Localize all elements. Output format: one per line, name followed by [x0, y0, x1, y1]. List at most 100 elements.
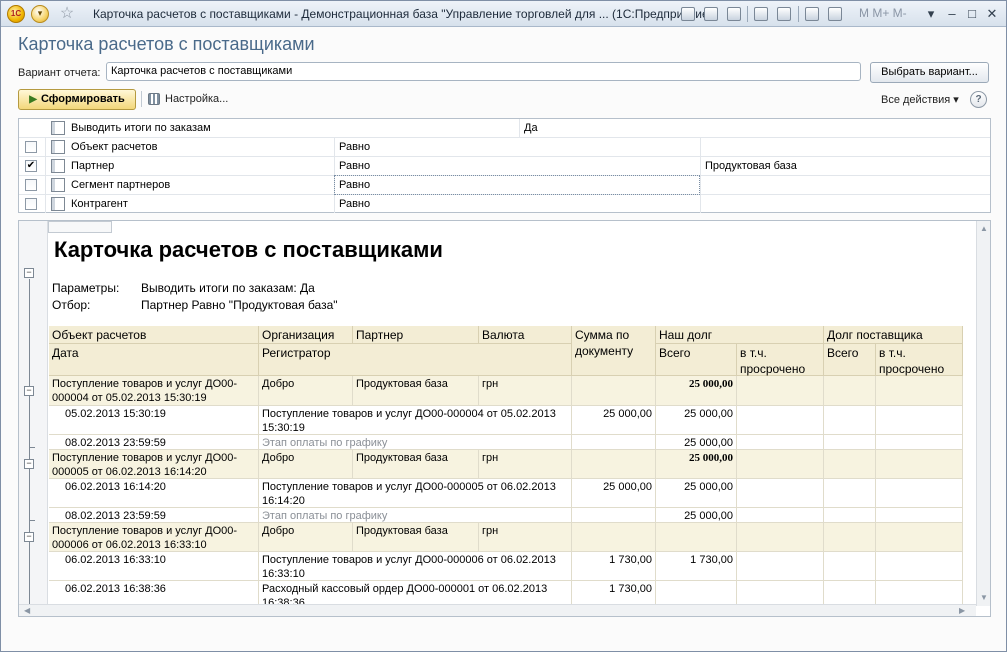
filter-value[interactable]: Продуктовая база	[701, 157, 981, 175]
header-registrar: Регистратор	[259, 344, 572, 376]
group-our-total	[656, 523, 737, 552]
horizontal-scrollbar[interactable]: ◀ ▶	[19, 604, 976, 616]
title-bar: 1С ▾ ☆ Карточка расчетов с поставщиками …	[1, 1, 1006, 27]
dropdown-icon[interactable]: ▾	[923, 6, 939, 22]
collapse-group-icon[interactable]: −	[24, 386, 34, 396]
header-supplier-total: Всего	[824, 344, 876, 376]
header-date: Дата	[49, 344, 259, 376]
row-date: 06.02.2013 16:33:10	[49, 552, 259, 581]
filter-value[interactable]	[701, 176, 981, 194]
row-registrar[interactable]: Поступление товаров и услуг ДО00-000004 …	[259, 406, 572, 435]
filter-row[interactable]: Объект расчетов Равно	[19, 138, 990, 157]
row-registrar[interactable]: Этап оплаты по графику	[259, 508, 572, 523]
choose-variant-button[interactable]: Выбрать вариант...	[870, 62, 989, 83]
row-registrar[interactable]: Поступление товаров и услуг ДО00-000006 …	[259, 552, 572, 581]
row-our-debt: 25 000,00	[656, 479, 737, 508]
row-our-debt: 1 730,00	[656, 552, 737, 581]
header-currency: Валюта	[479, 326, 572, 344]
scroll-down-icon[interactable]: ▼	[980, 593, 988, 602]
filter-checkbox-checked[interactable]: ✔	[25, 160, 37, 172]
filter-value[interactable]: Да	[520, 119, 970, 137]
filter-checkbox[interactable]	[25, 198, 37, 210]
row-date: 05.02.2013 15:30:19	[49, 406, 259, 435]
filter-name: Сегмент партнеров	[71, 179, 171, 191]
filter-icon	[51, 197, 65, 211]
filter-row[interactable]: Выводить итоги по заказам Да	[19, 119, 990, 138]
calendar-icon[interactable]	[828, 7, 842, 21]
history-icon[interactable]	[777, 7, 791, 21]
memory-buttons[interactable]: M M+ M-	[859, 6, 907, 20]
filter-condition[interactable]: Равно	[335, 195, 695, 213]
filter-icon	[51, 159, 65, 173]
group-obj[interactable]: Поступление товаров и услуг ДО00-000004 …	[49, 376, 259, 406]
filter-row[interactable]: ✔ Партнер Равно Продуктовая база	[19, 157, 990, 176]
row-our-debt: 25 000,00	[656, 406, 737, 435]
group-org: Добро	[259, 523, 353, 552]
group-our-total: 25 000,00	[656, 376, 737, 406]
header-obj: Объект расчетов	[49, 326, 259, 344]
1c-logo-icon[interactable]: 1С	[7, 5, 25, 23]
close-icon[interactable]: ✕	[984, 6, 1000, 22]
filter-condition[interactable]: Равно	[335, 157, 695, 175]
filter-checkbox[interactable]	[25, 141, 37, 153]
filter-value[interactable]	[701, 138, 981, 156]
header-org: Организация	[259, 326, 353, 344]
main-menu-icon[interactable]: ▾	[31, 5, 49, 23]
filter-condition[interactable]: Равно	[334, 175, 700, 195]
calculator-icon[interactable]	[805, 7, 819, 21]
filter-icon	[51, 178, 65, 192]
filter-label: Отбор:	[52, 298, 91, 312]
row-date: 08.02.2013 23:59:59	[49, 508, 259, 523]
group-obj[interactable]: Поступление товаров и услуг ДО00-000006 …	[49, 523, 259, 552]
params-value: Выводить итоги по заказам: Да	[141, 281, 315, 295]
report-area[interactable]: − − − − Карточка расчетов с поставщиками…	[18, 220, 991, 617]
filter-checkbox[interactable]	[25, 179, 37, 191]
generate-button[interactable]: ▶ Сформировать	[18, 89, 136, 110]
filter-value-text: Партнер Равно "Продуктовая база"	[141, 298, 338, 312]
bookmark-icon[interactable]	[754, 7, 768, 21]
group-obj[interactable]: Поступление товаров и услуг ДО00-000005 …	[49, 450, 259, 479]
favorite-star-icon[interactable]: ☆	[58, 5, 76, 23]
collapse-report-icon[interactable]: −	[24, 268, 34, 278]
filter-name: Партнер	[71, 160, 115, 172]
row-doc-sum: 25 000,00	[572, 479, 656, 508]
row-our-debt: 25 000,00	[656, 508, 737, 523]
row-date: 08.02.2013 23:59:59	[49, 435, 259, 450]
settings-icon[interactable]	[148, 93, 160, 105]
preview-icon[interactable]	[727, 7, 741, 21]
collapse-group-icon[interactable]: −	[24, 532, 34, 542]
save-icon[interactable]	[681, 7, 695, 21]
all-actions-menu[interactable]: Все действия ▾	[881, 93, 959, 106]
maximize-icon[interactable]: □	[964, 6, 980, 21]
filter-value[interactable]	[701, 195, 981, 213]
group-currency: грн	[479, 523, 572, 552]
vertical-scrollbar[interactable]: ▲ ▼	[976, 221, 990, 606]
scroll-up-icon[interactable]: ▲	[980, 224, 988, 233]
row-our-debt: 25 000,00	[656, 435, 737, 450]
print-icon[interactable]	[704, 7, 718, 21]
settings-link[interactable]: Настройка...	[165, 93, 228, 105]
play-icon: ▶	[29, 94, 37, 105]
header-our-overdue: в т.ч. просрочено	[737, 344, 824, 376]
header-doc-sum: Сумма по документу	[572, 326, 656, 376]
row-registrar[interactable]: Этап оплаты по графику	[259, 435, 572, 450]
generate-label: Сформировать	[40, 93, 125, 105]
filter-icon	[51, 140, 65, 154]
filter-condition[interactable]: Равно	[335, 138, 695, 156]
help-icon[interactable]: ?	[970, 91, 987, 108]
filter-row[interactable]: Сегмент партнеров Равно	[19, 175, 990, 195]
variant-label: Вариант отчета:	[18, 67, 101, 79]
variant-field[interactable]: Карточка расчетов с поставщиками	[106, 62, 861, 81]
scroll-left-icon[interactable]: ◀	[24, 606, 30, 615]
header-our-debt: Наш долг	[656, 326, 824, 344]
filter-row[interactable]: Контрагент Равно	[19, 195, 990, 214]
filter-name: Выводить итоги по заказам	[71, 122, 211, 134]
minimize-icon[interactable]: –	[944, 6, 960, 21]
group-partner: Продуктовая база	[353, 376, 479, 406]
scroll-right-icon[interactable]: ▶	[959, 606, 965, 615]
row-registrar[interactable]: Поступление товаров и услуг ДО00-000005 …	[259, 479, 572, 508]
group-our-total: 25 000,00	[656, 450, 737, 479]
app-window: 1С ▾ ☆ Карточка расчетов с поставщиками …	[0, 0, 1007, 652]
collapse-group-icon[interactable]: −	[24, 459, 34, 469]
grouping-gutter: − − − −	[19, 221, 48, 606]
